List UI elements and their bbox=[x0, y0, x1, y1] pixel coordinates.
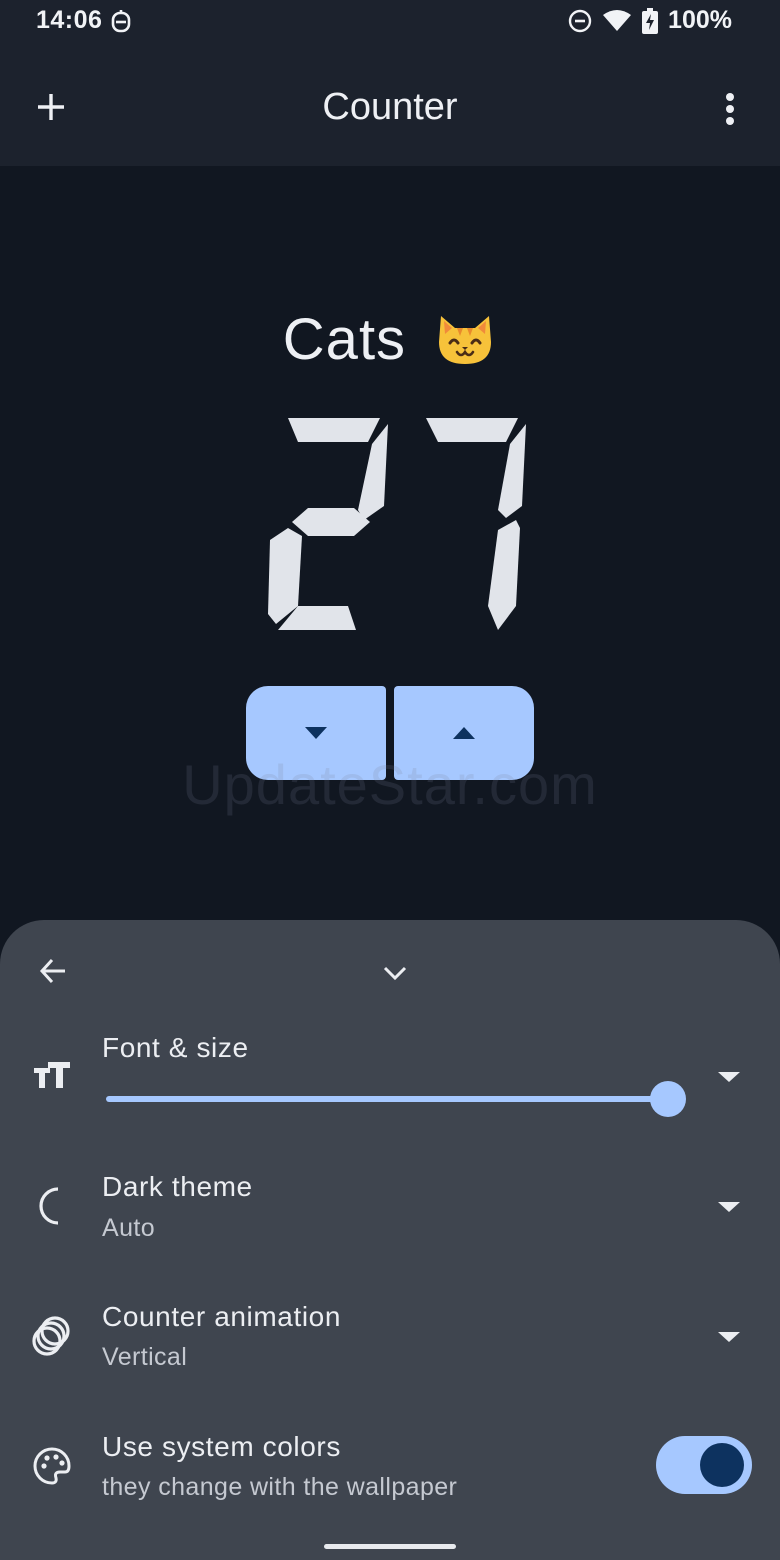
wifi-icon bbox=[603, 9, 632, 31]
arrow-down-icon bbox=[305, 727, 327, 739]
font-size-slider-thumb[interactable] bbox=[650, 1081, 686, 1117]
status-time: 14:06 bbox=[36, 6, 103, 34]
palette-icon bbox=[33, 1447, 71, 1485]
animation-icon bbox=[32, 1316, 70, 1356]
setting-title-dark-theme: Dark theme bbox=[102, 1171, 253, 1202]
setting-title-font-size: Font & size bbox=[102, 1032, 249, 1063]
navigation-handle[interactable] bbox=[324, 1544, 456, 1549]
counter-name-text: Cats bbox=[282, 307, 407, 372]
watermark: UpdateStar.com bbox=[182, 753, 598, 816]
digit-2-segment-top bbox=[288, 418, 380, 442]
digit-7-segment-top bbox=[426, 418, 518, 442]
battery-charging-icon bbox=[642, 7, 659, 34]
app-bar: Counter bbox=[0, 44, 780, 166]
setting-title-counter-animation: Counter animation bbox=[102, 1301, 341, 1332]
dropdown-arrow-icon[interactable] bbox=[718, 1330, 740, 1344]
setting-value-counter-animation: Vertical bbox=[102, 1343, 188, 1371]
seven-segment-display bbox=[268, 418, 526, 630]
do-not-disturb-icon bbox=[568, 9, 592, 32]
toggle-knob bbox=[700, 1443, 744, 1487]
setting-title-system-colors: Use system colors bbox=[102, 1431, 341, 1462]
arrow-up-icon bbox=[453, 727, 475, 739]
assistant-icon bbox=[111, 10, 131, 33]
settings-sheet: Font & size Dark theme Auto Counter anim… bbox=[0, 920, 780, 1560]
counter-name[interactable]: Cats bbox=[0, 306, 780, 376]
more-vert-icon[interactable] bbox=[714, 90, 746, 130]
cat-face-emoji-icon bbox=[439, 315, 492, 364]
moon-icon bbox=[39, 1187, 59, 1225]
dropdown-arrow-icon[interactable] bbox=[718, 1070, 740, 1084]
setting-subtitle-system-colors: they change with the wallpaper bbox=[102, 1473, 458, 1501]
dropdown-arrow-icon[interactable] bbox=[718, 1200, 740, 1214]
chevron-down-icon[interactable] bbox=[380, 958, 410, 988]
arrow-back-icon[interactable] bbox=[38, 956, 68, 986]
counter-value[interactable]: 27 bbox=[262, 410, 532, 638]
setting-value-dark-theme: Auto bbox=[102, 1214, 156, 1242]
app-title: Counter bbox=[322, 86, 458, 128]
status-icons: 100% bbox=[568, 6, 732, 35]
battery-percent: 100% bbox=[668, 6, 732, 34]
status-bar: 14:06 100% bbox=[0, 0, 780, 44]
system-colors-toggle[interactable] bbox=[656, 1436, 752, 1494]
digit-2-segment-middle bbox=[292, 508, 370, 536]
text-size-icon bbox=[34, 1062, 70, 1088]
digit-7-segment-bottom-right bbox=[488, 520, 520, 630]
font-size-slider-track[interactable] bbox=[106, 1096, 668, 1102]
